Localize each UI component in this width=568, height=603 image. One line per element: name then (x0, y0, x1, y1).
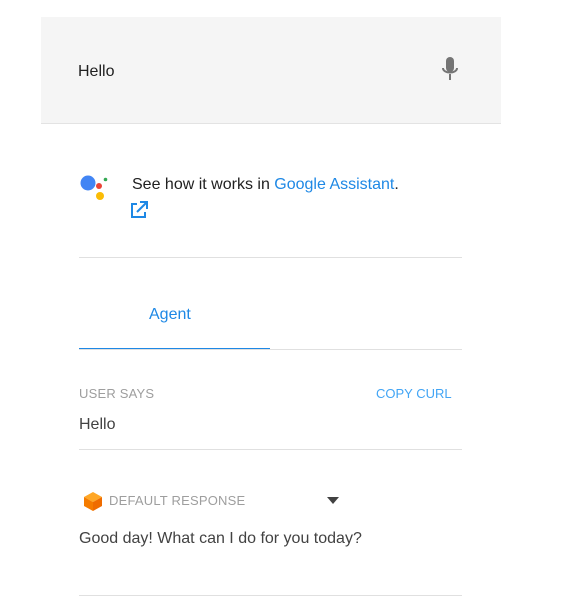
divider (79, 449, 462, 450)
caret-down-icon[interactable] (325, 494, 341, 506)
tabs-divider (79, 349, 462, 350)
dialogflow-test-console: Hello See how it works in Google Assista… (0, 0, 568, 603)
divider (79, 595, 462, 596)
user-says-label: USER SAYS (79, 386, 155, 401)
cube-icon (84, 492, 102, 511)
copy-curl-button[interactable]: COPY CURL (376, 386, 452, 401)
assistant-promo-prefix: See how it works in (132, 176, 275, 193)
assistant-promo-text: See how it works in Google Assistant. (132, 176, 399, 194)
mic-icon[interactable] (441, 57, 459, 83)
tab-agent-label: Agent (149, 306, 191, 323)
query-input-bar[interactable]: Hello (41, 17, 501, 124)
default-response-value: Good day! What can I do for you today? (79, 530, 362, 547)
google-assistant-logo (80, 175, 108, 200)
external-link-icon[interactable] (129, 200, 149, 220)
google-assistant-link[interactable]: Google Assistant (274, 176, 394, 193)
tab-agent[interactable]: Agent (79, 290, 270, 350)
user-says-value: Hello (79, 416, 116, 433)
default-response-label: DEFAULT RESPONSE (109, 493, 246, 508)
query-input[interactable]: Hello (78, 63, 114, 81)
assistant-promo-suffix: . (394, 176, 399, 193)
divider (79, 257, 462, 258)
